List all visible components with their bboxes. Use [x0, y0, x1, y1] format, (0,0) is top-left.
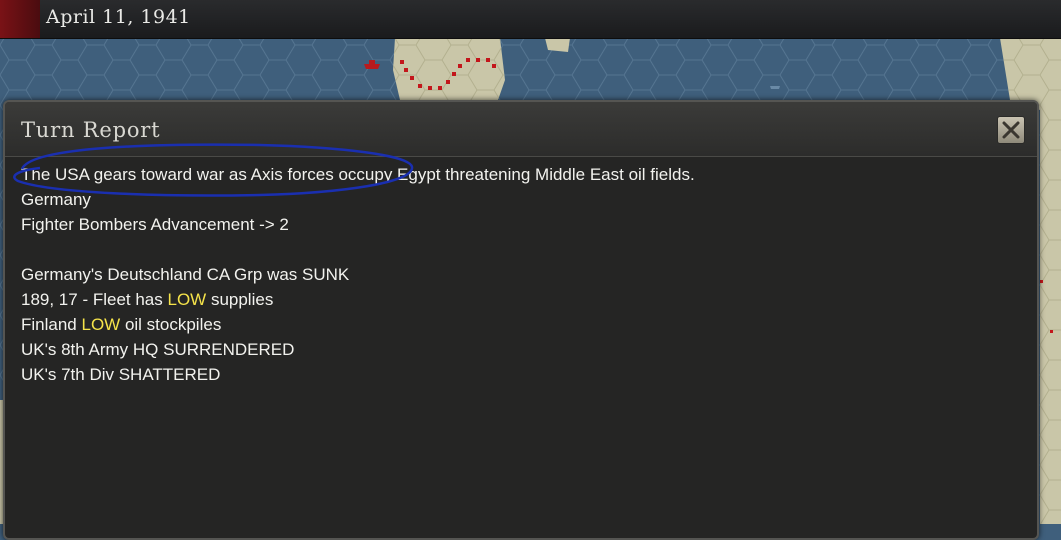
current-date: April 11, 1941	[46, 6, 191, 28]
close-x-icon	[1002, 121, 1020, 139]
report-line: Fighter Bombers Advancement -> 2	[21, 215, 289, 234]
turn-report-window: Turn Report The USA gears toward war as …	[3, 100, 1039, 540]
turn-report-title: Turn Report	[21, 118, 161, 142]
report-line-text: supplies	[206, 290, 274, 309]
report-line: 189, 17 - Fleet has LOW supplies	[21, 287, 1021, 312]
report-line-text: Finland	[21, 315, 82, 334]
top-bar: April 11, 1941	[0, 0, 1061, 39]
report-line: The USA gears toward war as Axis forces …	[21, 165, 695, 184]
faction-accent	[0, 0, 40, 38]
report-line-text: 189, 17 - Fleet has	[21, 290, 168, 309]
report-line-text: oil stockpiles	[120, 315, 222, 334]
status-highlight: LOW	[167, 290, 207, 309]
turn-report-body: The USA gears toward war as Axis forces …	[21, 162, 1021, 538]
report-line: Germany	[21, 190, 91, 209]
report-line: Finland LOW oil stockpiles	[21, 312, 1021, 337]
status-highlight: LOW	[81, 315, 121, 334]
report-line: Germany's Deutschland CA Grp was SUNK	[21, 265, 350, 284]
report-line	[21, 237, 1021, 262]
close-button[interactable]	[997, 116, 1025, 144]
report-line: UK's 7th Div SHATTERED	[21, 365, 221, 384]
report-line: UK's 8th Army HQ SURRENDERED	[21, 340, 295, 359]
land-mass-north	[545, 38, 570, 52]
turn-report-header: Turn Report	[5, 102, 1037, 157]
